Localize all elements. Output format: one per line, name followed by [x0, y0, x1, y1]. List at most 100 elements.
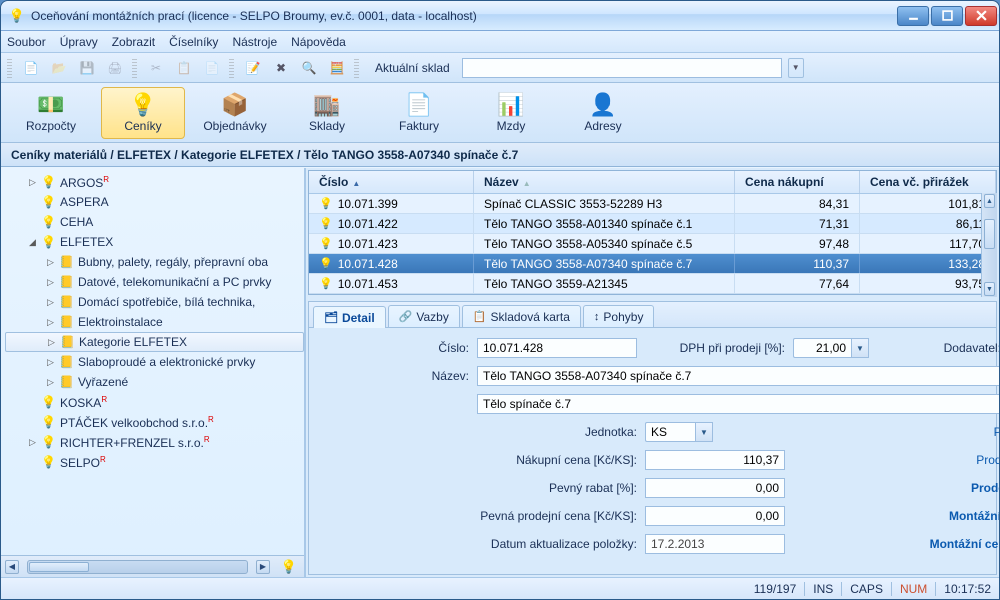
- table-row[interactable]: 💡10.071.453Tělo TANGO 3559-A2134577,6493…: [309, 274, 996, 294]
- cell-prirazky: 93,75: [860, 274, 996, 293]
- open-icon[interactable]: 📂: [48, 57, 70, 79]
- tab-detail[interactable]: 🗂Detail: [313, 306, 386, 328]
- expand-icon[interactable]: ▷: [47, 377, 55, 388]
- scroll-right-icon[interactable]: ▶: [256, 560, 270, 574]
- col-prirazky[interactable]: Cena vč. přirážek: [860, 171, 996, 193]
- tree-item[interactable]: ▷📒Slaboproudé a elektronické prvky: [5, 352, 304, 372]
- tree-item[interactable]: ▷📒Datové, telekomunikační a PC prvky: [5, 272, 304, 292]
- menu-upravy[interactable]: Úpravy: [60, 35, 98, 49]
- tree-item[interactable]: ▷📒Domácí spotřebiče, bílá technika,: [5, 292, 304, 312]
- tab-pohyby[interactable]: ↕Pohyby: [583, 305, 655, 327]
- field-nazev[interactable]: [477, 366, 1000, 386]
- data-grid: Číslo▲ Název▲ Cena nákupní Cena vč. přir…: [308, 170, 997, 295]
- search-icon[interactable]: 🔍: [298, 57, 320, 79]
- print-icon[interactable]: 🖨: [104, 57, 126, 79]
- nav-label: Faktury: [399, 119, 439, 133]
- jednotka-dropdown-icon[interactable]: ▼: [695, 422, 713, 442]
- delete-icon[interactable]: ✖: [270, 57, 292, 79]
- window-title: Oceňování montážních prací (licence - SE…: [31, 9, 897, 23]
- close-button[interactable]: [965, 6, 997, 26]
- calc-icon[interactable]: 🧮: [326, 57, 348, 79]
- table-row[interactable]: 💡10.071.428Tělo TANGO 3558-A07340 spínač…: [309, 254, 996, 274]
- col-cislo[interactable]: Číslo▲: [309, 171, 474, 193]
- detail-fields: Číslo: DPH při prodeji [%]: ▼ Dodavatel:…: [309, 328, 996, 574]
- row-icon: 💡: [319, 277, 333, 290]
- copy-icon[interactable]: 📋: [173, 57, 195, 79]
- sklad-input[interactable]: [462, 58, 782, 78]
- scroll-left-icon[interactable]: ◀: [5, 560, 19, 574]
- tree-item[interactable]: ▷📒Kategorie ELFETEX: [5, 332, 304, 352]
- tab-icon: ↕: [594, 311, 600, 323]
- cell-cislo: 10.071.422: [338, 217, 398, 231]
- statusbar: 119/197 INS CAPS NUM 10:17:52: [1, 577, 999, 599]
- app-icon: 💡: [9, 8, 25, 24]
- save-icon[interactable]: 💾: [76, 57, 98, 79]
- tab-skladová-karta[interactable]: 📋Skladová karta: [462, 305, 581, 327]
- sklad-dropdown-icon[interactable]: ▼: [788, 58, 804, 78]
- tree-item[interactable]: 💡CEHA: [5, 212, 304, 232]
- nav-objednávky[interactable]: 📦Objednávky: [193, 87, 277, 139]
- expand-icon[interactable]: ▷: [47, 277, 55, 288]
- menu-ciselniky[interactable]: Číselníky: [169, 35, 218, 49]
- tree-label: CEHA: [60, 215, 93, 229]
- tree-icon: 📒: [59, 255, 74, 269]
- tree-item[interactable]: ◢💡ELFETEX: [5, 232, 304, 252]
- field-nazev2[interactable]: [477, 394, 1000, 414]
- table-row[interactable]: 💡10.071.423Tělo TANGO 3558-A05340 spínač…: [309, 234, 996, 254]
- nav-rozpočty[interactable]: 💵Rozpočty: [9, 87, 93, 139]
- grid-vscrollbar[interactable]: ▲ ▼: [981, 193, 997, 297]
- menu-zobrazit[interactable]: Zobrazit: [112, 35, 155, 49]
- dph-dropdown-icon[interactable]: ▼: [851, 338, 869, 358]
- tree-item[interactable]: 💡SELPOR: [5, 452, 304, 472]
- nav-mzdy[interactable]: 📊Mzdy: [469, 87, 553, 139]
- tab-label: Detail: [342, 311, 375, 325]
- expand-icon[interactable]: ▷: [47, 257, 55, 268]
- expand-icon[interactable]: ▷: [29, 177, 37, 188]
- expand-icon[interactable]: ▷: [29, 437, 37, 448]
- tree-item[interactable]: ▷💡ARGOSR: [5, 172, 304, 192]
- nav-icon: 👤: [587, 92, 619, 118]
- expand-icon[interactable]: ▷: [47, 317, 55, 328]
- nav-label: Mzdy: [497, 119, 526, 133]
- tree-item[interactable]: 💡KOSKAR: [5, 392, 304, 412]
- tree-item[interactable]: ▷💡RICHTER+FRENZEL s.r.o.R: [5, 432, 304, 452]
- menu-soubor[interactable]: Soubor: [7, 35, 46, 49]
- field-pevna[interactable]: [645, 506, 785, 526]
- tab-icon: 🔗: [399, 310, 413, 323]
- tab-vazby[interactable]: 🔗Vazby: [388, 305, 460, 327]
- col-nakupni[interactable]: Cena nákupní: [735, 171, 860, 193]
- field-cislo[interactable]: [477, 338, 637, 358]
- expand-icon[interactable]: ◢: [29, 237, 37, 248]
- maximize-button[interactable]: [931, 6, 963, 26]
- grid-header: Číslo▲ Název▲ Cena nákupní Cena vč. přir…: [309, 171, 996, 194]
- minimize-button[interactable]: [897, 6, 929, 26]
- newitem-icon[interactable]: 📝: [242, 57, 264, 79]
- tree-item[interactable]: ▷📒Vyřazené: [5, 372, 304, 392]
- tree-item[interactable]: 💡PTÁČEK velkoobchod s.r.o.R: [5, 412, 304, 432]
- paste-icon[interactable]: 📄: [201, 57, 223, 79]
- expand-icon[interactable]: ▷: [48, 337, 56, 348]
- cut-icon[interactable]: ✂: [145, 57, 167, 79]
- col-nazev[interactable]: Název▲: [474, 171, 735, 193]
- nav-ceníky[interactable]: 💡Ceníky: [101, 87, 185, 139]
- field-dph[interactable]: [793, 338, 851, 358]
- field-nakup[interactable]: [645, 450, 785, 470]
- menu-nastroje[interactable]: Nástroje: [232, 35, 277, 49]
- nav-adresy[interactable]: 👤Adresy: [561, 87, 645, 139]
- tree-item[interactable]: ▷📒Bubny, palety, regály, přepravní oba: [5, 252, 304, 272]
- new-icon[interactable]: 📄: [20, 57, 42, 79]
- expand-icon[interactable]: ▷: [47, 297, 55, 308]
- tree-item[interactable]: 💡ASPERA: [5, 192, 304, 212]
- lbl-cislo: Číslo:: [319, 341, 469, 355]
- nav-sklady[interactable]: 🏬Sklady: [285, 87, 369, 139]
- tree-hscrollbar[interactable]: [27, 560, 248, 574]
- field-jednotka[interactable]: [645, 422, 695, 442]
- expand-icon[interactable]: ▷: [47, 357, 55, 368]
- tree-item[interactable]: ▷📒Elektroinstalace: [5, 312, 304, 332]
- nav-faktury[interactable]: 📄Faktury: [377, 87, 461, 139]
- field-rabat[interactable]: [645, 478, 785, 498]
- tree-bulb-icon[interactable]: 💡: [278, 556, 300, 578]
- table-row[interactable]: 💡10.071.399Spínač CLASSIC 3553-52289 H38…: [309, 194, 996, 214]
- menu-napoveda[interactable]: Nápověda: [291, 35, 346, 49]
- table-row[interactable]: 💡10.071.422Tělo TANGO 3558-A01340 spínač…: [309, 214, 996, 234]
